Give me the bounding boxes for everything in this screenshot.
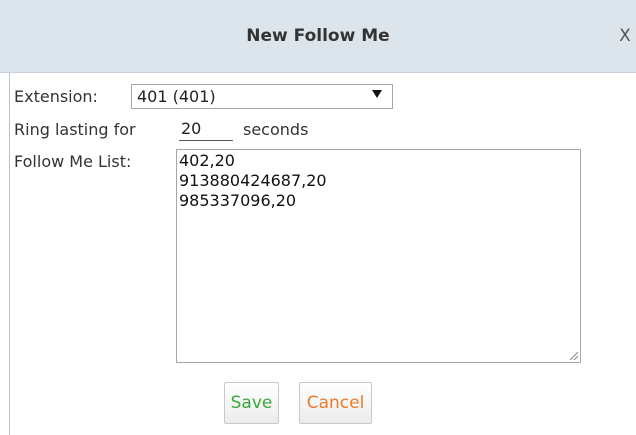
follow-me-list-label: Follow Me List: [14, 152, 132, 171]
save-button[interactable]: Save [224, 382, 279, 424]
extension-label: Extension: [14, 87, 98, 106]
follow-me-list-textarea[interactable]: 402,20 913880424687,20 985337096,20 [176, 149, 581, 363]
cancel-button[interactable]: Cancel [299, 382, 372, 424]
follow-me-entry: 402,20 [179, 151, 235, 170]
dialog-titlebar: New Follow Me X [0, 0, 636, 73]
ring-duration-input[interactable]: 20 [179, 119, 233, 141]
resize-grip-icon[interactable] [568, 350, 578, 360]
dialog-title: New Follow Me [246, 26, 390, 46]
follow-me-entry: 985337096,20 [179, 191, 297, 210]
dialog-left-border [9, 73, 10, 435]
follow-me-entry: 913880424687,20 [179, 171, 327, 190]
extension-selected-value: 401 (401) [137, 87, 216, 106]
chevron-down-icon [372, 90, 382, 98]
seconds-label: seconds [243, 120, 309, 139]
ring-lasting-label: Ring lasting for [14, 120, 136, 139]
new-follow-me-dialog: New Follow Me X Extension: 401 (401) Rin… [0, 0, 636, 435]
close-icon[interactable]: X [614, 0, 636, 72]
extension-select[interactable]: 401 (401) [131, 84, 393, 109]
